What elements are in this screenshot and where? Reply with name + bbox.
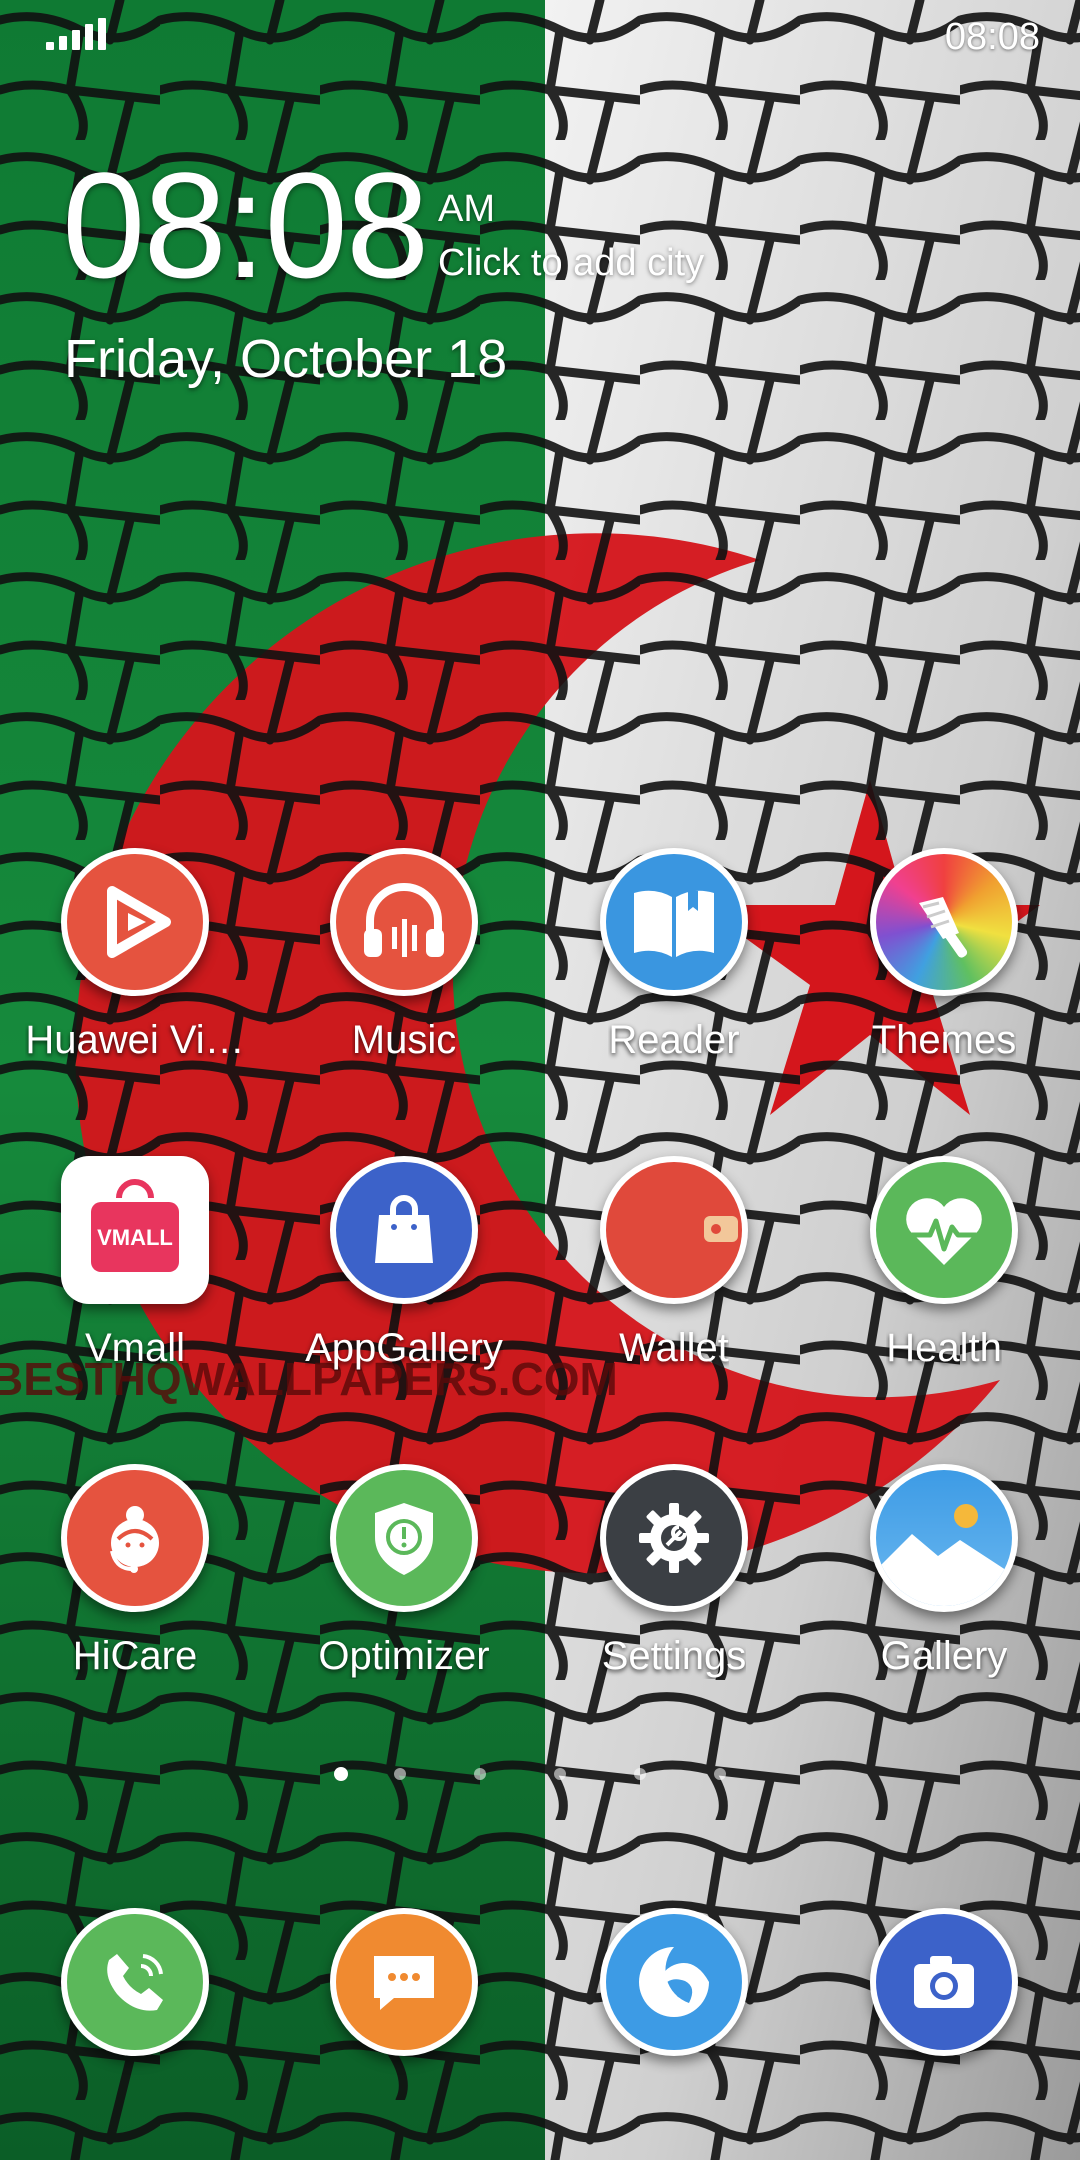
signal-bars-icon — [46, 18, 106, 50]
app-label: Settings — [601, 1634, 747, 1678]
clock-date[interactable]: Friday, October 18 — [64, 328, 507, 390]
app-label: Gallery — [880, 1634, 1008, 1678]
browser-icon[interactable] — [600, 1908, 748, 2056]
app-reader[interactable]: Reader — [559, 840, 789, 1110]
settings-gear-icon[interactable] — [600, 1464, 748, 1612]
app-music[interactable]: Music — [289, 840, 519, 1110]
hicare-agent-icon[interactable] — [61, 1464, 209, 1612]
wallet-icon[interactable] — [600, 1156, 748, 1304]
app-vmall[interactable]: VMALL Vmall — [20, 1148, 250, 1418]
app-health[interactable]: Health — [829, 1148, 1059, 1418]
app-label: Optimizer — [318, 1634, 490, 1678]
health-heart-icon[interactable] — [870, 1156, 1018, 1304]
home-screen: BESTHQWALLPAPERS.COM 08:08 08:08 AM Clic… — [0, 0, 1080, 2160]
vmall-bag-icon[interactable]: VMALL — [61, 1156, 209, 1304]
page-dot-4[interactable] — [554, 1768, 566, 1780]
app-wallet[interactable]: Wallet — [559, 1148, 789, 1418]
app-label: Reader — [608, 1018, 740, 1062]
app-label: Huawei Vi… — [25, 1018, 245, 1062]
page-dot-3[interactable] — [474, 1768, 486, 1780]
clock-ampm: AM — [438, 188, 495, 230]
app-themes[interactable]: Themes — [829, 840, 1059, 1110]
page-dot-5[interactable] — [634, 1768, 646, 1780]
page-dot-2[interactable] — [394, 1768, 406, 1780]
app-hicare[interactable]: HiCare — [20, 1456, 250, 1726]
vmall-icon-text: VMALL — [97, 1225, 173, 1250]
page-dot-6[interactable] — [714, 1768, 726, 1780]
app-settings[interactable]: Settings — [559, 1456, 789, 1726]
add-city-link[interactable]: Click to add city — [438, 242, 704, 285]
gallery-landscape-icon[interactable] — [870, 1464, 1018, 1612]
app-label: Vmall — [84, 1326, 186, 1370]
app-huawei-video[interactable]: Huawei Vi… — [20, 840, 250, 1110]
app-label: HiCare — [72, 1634, 198, 1678]
themes-brush-icon[interactable] — [870, 848, 1018, 996]
app-appgallery[interactable]: AppGallery — [289, 1148, 519, 1418]
app-label: Themes — [871, 1018, 1017, 1062]
app-label: Wallet — [619, 1326, 729, 1370]
appgallery-bag-icon[interactable] — [330, 1156, 478, 1304]
phone-icon[interactable] — [61, 1908, 209, 2056]
music-headphones-icon[interactable] — [330, 848, 478, 996]
reader-book-icon[interactable] — [600, 848, 748, 996]
messages-icon[interactable] — [330, 1908, 478, 2056]
app-label: Health — [886, 1326, 1002, 1370]
optimizer-shield-icon[interactable] — [330, 1464, 478, 1612]
app-gallery[interactable]: Gallery — [829, 1456, 1059, 1726]
huawei-video-icon[interactable] — [61, 848, 209, 996]
clock-time[interactable]: 08:08 — [62, 150, 429, 300]
page-dot-1[interactable] — [334, 1767, 348, 1781]
status-bar: 08:08 — [0, 0, 1080, 72]
camera-icon[interactable] — [870, 1908, 1018, 2056]
app-label: AppGallery — [305, 1326, 503, 1370]
app-optimizer[interactable]: Optimizer — [289, 1456, 519, 1726]
page-indicator[interactable] — [0, 1766, 1080, 1786]
status-time: 08:08 — [944, 16, 1040, 58]
app-label: Music — [351, 1018, 457, 1062]
